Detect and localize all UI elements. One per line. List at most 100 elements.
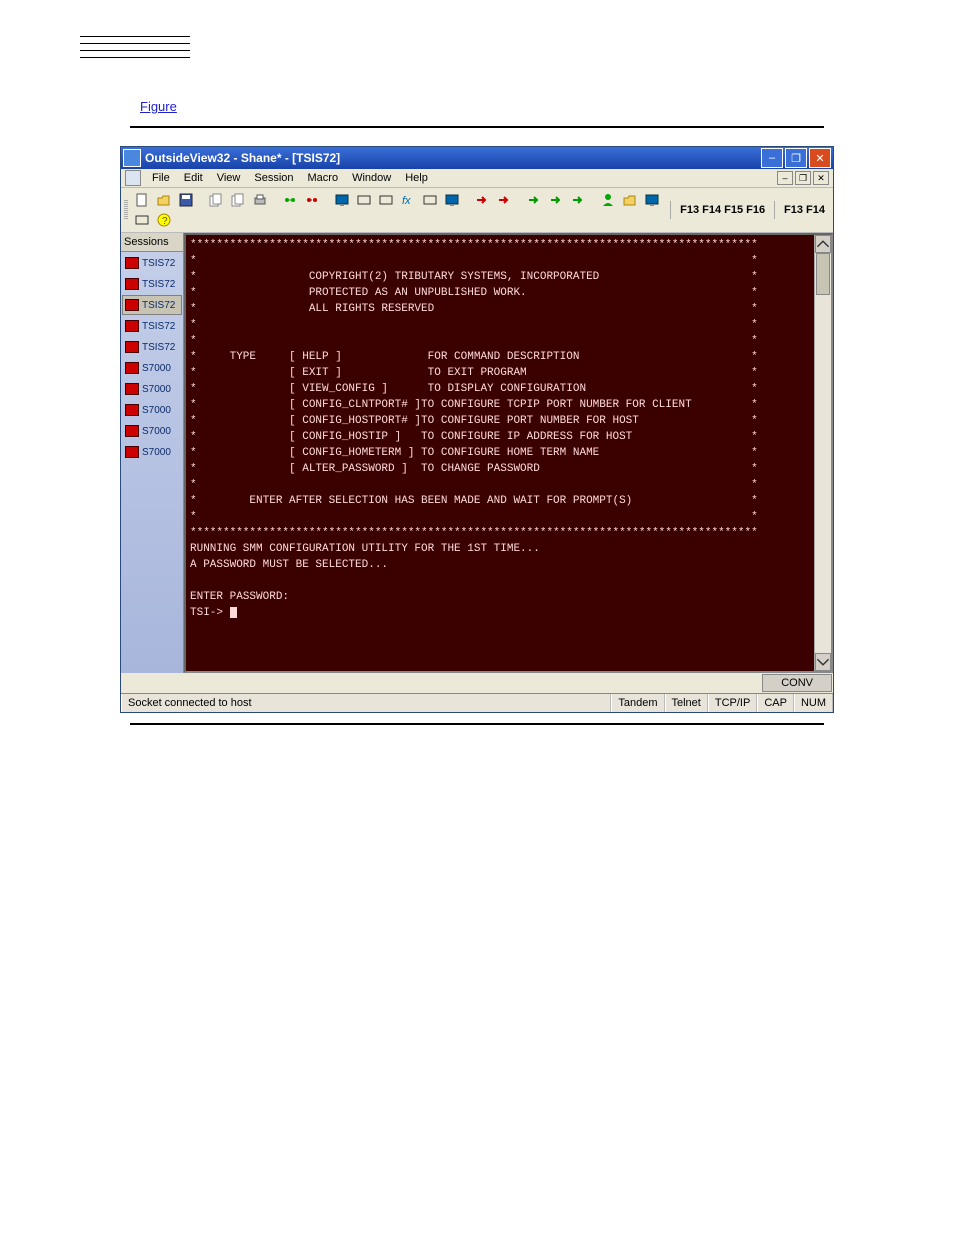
menu-macro[interactable]: Macro [301,170,346,186]
session-label: S7000 [142,363,171,374]
session-tab[interactable]: TSIS72 [122,295,182,315]
terminal-icon [125,446,139,458]
disconnect-icon [305,193,319,207]
conv-badge: CONV [762,674,832,692]
menu-session[interactable]: Session [247,170,300,186]
session-tab[interactable]: S7000 [122,400,182,420]
arrow-red2-icon [497,193,511,207]
session-tab[interactable]: TSIS72 [122,253,182,273]
save-icon [179,193,193,207]
top-link[interactable] [80,30,190,37]
toolbar-separator [774,201,775,219]
chevron-down-icon [816,655,830,669]
session-tab[interactable]: S7000 [122,421,182,441]
paste-button[interactable] [228,190,248,210]
keyboard-red-icon [379,193,393,207]
rect-button[interactable] [132,210,152,230]
session-tab[interactable]: TSIS72 [122,274,182,294]
scroll-down-button[interactable] [815,653,831,671]
connect-button[interactable] [280,190,300,210]
arrow-red2-button[interactable] [494,190,514,210]
help-button[interactable] [154,210,174,230]
scrollbar-track[interactable] [815,253,831,653]
arrow-grn1-button[interactable] [524,190,544,210]
session-tab[interactable]: S7000 [122,379,182,399]
outsideview-window: OutsideView32 - Shane* - [TSIS72] – ❐ ✕ … [120,146,834,713]
glasses-button[interactable] [354,190,374,210]
mdi-minimize-button[interactable]: – [777,171,793,185]
fkeys-group-b[interactable]: F13 F14 [779,202,830,218]
folder-button[interactable] [620,190,640,210]
terminal-cursor [230,607,237,618]
terminal-wrap: ****************************************… [184,233,833,673]
vertical-scrollbar[interactable] [814,235,831,671]
body-text: Figure [140,98,814,116]
scroll-up-button[interactable] [815,235,831,253]
status-message: Socket connected to host [121,694,611,712]
arrow-grn1-icon [527,193,541,207]
open-icon [157,193,171,207]
menu-file[interactable]: File [145,170,177,186]
mdi-close-button[interactable]: ✕ [813,171,829,185]
monitor-icon [335,193,349,207]
scrollbar-thumb[interactable] [816,253,830,295]
close-button[interactable]: ✕ [809,148,831,168]
session-tab[interactable]: S7000 [122,442,182,462]
arrow-grn2-button[interactable] [546,190,566,210]
person-button[interactable] [598,190,618,210]
session-tab[interactable]: TSIS72 [122,337,182,357]
keyboard-red-button[interactable] [376,190,396,210]
connect-icon [283,193,297,207]
terminal-icon [125,341,139,353]
open-button[interactable] [154,190,174,210]
top-link[interactable] [80,44,190,51]
terminal[interactable]: ****************************************… [186,235,814,671]
disconnect-button[interactable] [302,190,322,210]
status-cell: NUM [794,694,833,712]
minimize-button[interactable]: – [761,148,783,168]
sessions-header: Sessions [121,233,183,252]
arrow-grn3-button[interactable] [568,190,588,210]
arrow-red1-icon [475,193,489,207]
screen2-icon [645,193,659,207]
arrow-red1-button[interactable] [472,190,492,210]
print-button[interactable] [250,190,270,210]
screen2-button[interactable] [642,190,662,210]
menu-bar: FileEditViewSessionMacroWindowHelp – ❐ ✕ [121,169,833,188]
menu-help[interactable]: Help [398,170,435,186]
terminal-icon [125,299,139,311]
maximize-button[interactable]: ❐ [785,148,807,168]
fkeys-group-a[interactable]: F13 F14 F15 F16 [675,202,770,218]
toolbar-handle[interactable] [124,200,128,220]
sessions-panel: Sessions TSIS72 TSIS72 TSIS72 TSIS72 TSIS72 S… [121,233,184,673]
save-button[interactable] [176,190,196,210]
session-label: S7000 [142,405,171,416]
session-label: TSIS72 [142,279,175,290]
top-link[interactable] [80,51,190,58]
menu-window[interactable]: Window [345,170,398,186]
mdi-restore-button[interactable]: ❐ [795,171,811,185]
fx-button[interactable] [398,190,418,210]
new-button[interactable] [132,190,152,210]
figure-separator-top [130,126,824,128]
monitor-button[interactable] [332,190,352,210]
top-link[interactable] [80,37,190,44]
menu-edit[interactable]: Edit [177,170,210,186]
window-body: Sessions TSIS72 TSIS72 TSIS72 TSIS72 TSIS72 S… [121,233,833,673]
menu-view[interactable]: View [210,170,248,186]
session-tab[interactable]: TSIS72 [122,316,182,336]
new-icon [135,193,149,207]
chart-button[interactable] [420,190,440,210]
session-label: S7000 [142,384,171,395]
session-label: TSIS72 [142,321,175,332]
terminal-icon [125,257,139,269]
status-cell: Telnet [665,694,708,712]
session-tab[interactable]: S7000 [122,358,182,378]
figure-link[interactable]: Figure [140,99,177,114]
mdi-icon[interactable] [125,170,141,186]
terminal-icon [125,425,139,437]
screen-button[interactable] [442,190,462,210]
top-link-group [80,30,190,58]
copy-button[interactable] [206,190,226,210]
session-label: S7000 [142,447,171,458]
